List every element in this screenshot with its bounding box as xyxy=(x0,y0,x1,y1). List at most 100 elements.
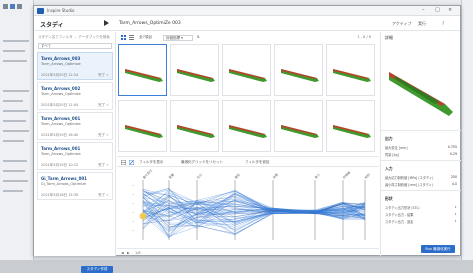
divider xyxy=(381,160,461,161)
run-menu-button[interactable]: 実行 xyxy=(418,21,426,27)
study-card-title: Tarm_Arrows_003 xyxy=(41,56,81,61)
result-thumbnail[interactable] xyxy=(222,100,271,152)
detail-row: 最小厚さ制約値 [mm] (スタディ) 4.0 xyxy=(385,182,457,187)
bg-list-line xyxy=(3,60,27,62)
bg-list-line xyxy=(3,160,27,162)
add-filter-button[interactable]: フィルタを追加 xyxy=(245,160,269,165)
study-card-subtitle: Tarm_Arrows_Optimize xyxy=(41,92,81,96)
download-icon[interactable]: ↓ xyxy=(454,212,457,216)
pc-axis-label: 応力 xyxy=(195,172,203,180)
run-optimization-button[interactable]: Run 最適化実行 xyxy=(421,245,455,253)
arm-shape-icon xyxy=(177,125,215,138)
bg-list-line xyxy=(3,140,24,142)
result-thumbnail[interactable] xyxy=(326,100,375,152)
detail-row[interactable]: スタディ出力 - 設定 ↓ xyxy=(385,219,457,224)
study-card[interactable]: Tarm_Arrows_002 Tarm_Arrows_Optimize 202… xyxy=(37,82,113,110)
bg-tool-icon xyxy=(3,4,8,9)
result-thumbnail[interactable] xyxy=(274,44,323,96)
study-card[interactable]: Tarm_Arrows_001 Tarm_Arrows_Optimize 202… xyxy=(37,142,113,170)
study-card-title: Tarm_Arrows_001 xyxy=(41,116,81,121)
prev-icon[interactable]: ◀ xyxy=(121,251,124,255)
result-thumbnail[interactable] xyxy=(118,100,167,152)
list-view-icon[interactable] xyxy=(129,35,134,40)
study-card[interactable]: Tarm_Arrows_003 Tarm_Arrows_Optimize 202… xyxy=(37,52,113,80)
pc-axis-label: 質量 xyxy=(167,172,175,180)
arm-shape-icon xyxy=(333,69,371,82)
result-thumbnail[interactable] xyxy=(274,100,323,152)
bg-list-line xyxy=(3,40,29,42)
bg-list-line xyxy=(3,100,23,102)
show-filter-button[interactable]: フィルタを表示 xyxy=(139,160,163,165)
help-icon[interactable]: ? xyxy=(442,21,444,26)
app-logo-icon xyxy=(37,8,44,14)
shape-section-title: 形状 xyxy=(385,196,393,201)
detail-row: 質量 [kg] 0.29 xyxy=(385,152,457,157)
pc-selected-marker[interactable] xyxy=(139,212,147,220)
sort-metric-dropdown[interactable]: 評価指標 ▾ xyxy=(163,35,193,41)
result-thumbnail[interactable] xyxy=(222,44,271,96)
detail-row[interactable]: スタディ出力形状 (STL) ↓ xyxy=(385,205,457,210)
detail-label: スタディ出力形状 (STL) xyxy=(385,206,420,210)
bg-list-line xyxy=(3,180,28,182)
output-section-title: 出力 xyxy=(385,136,393,141)
study-card-subtitle: Gi_Tarm_Arrows_Optimize xyxy=(41,182,87,186)
chart-icon[interactable] xyxy=(129,160,134,165)
item-count: 全7項目 xyxy=(139,35,153,39)
study-card-status: 完了 ✓ xyxy=(97,163,109,167)
study-card[interactable]: Tarm_Arrows_001 Tarm_Arrows_Optimize 202… xyxy=(37,112,113,140)
detail-value: 0.29 xyxy=(449,152,457,156)
parallel-coordinates-svg: 最大変位 質量 応力 剛性 体積 厚さ 評価値 制約 — — — — — — xyxy=(132,168,371,240)
study-card-date: 2021年5月20日 11:04 xyxy=(41,103,79,107)
input-section-title: 入力 xyxy=(385,166,393,171)
grid-view-icon[interactable] xyxy=(121,35,126,40)
result-thumbnail[interactable] xyxy=(170,44,219,96)
filter-dropdown[interactable]: すべて xyxy=(38,43,112,49)
study-card-status: 完了 ✓ xyxy=(97,193,109,197)
bg-list-line xyxy=(3,90,29,92)
study-card-date: 2021年5月19日 10:12 xyxy=(41,163,79,167)
download-icon[interactable]: ↓ xyxy=(454,219,457,223)
parallel-coordinates-plot[interactable]: 最大変位 質量 応力 剛性 体積 厚さ 評価値 制約 — — — — — — xyxy=(117,168,379,248)
details-panel: 詳細 出力 最大変位 [mm] 0.755 質量 [kg] 0.29 入力 最大応力… xyxy=(380,32,461,256)
studio-title: スタディ xyxy=(40,22,64,29)
close-button[interactable]: × xyxy=(448,7,452,13)
bg-list-line xyxy=(3,130,29,132)
pc-tick-mark: — xyxy=(132,229,135,232)
detail-row[interactable]: スタディ出力 - 結果 ↓ xyxy=(385,212,457,217)
bg-list-line xyxy=(3,110,28,112)
results-main: 全7項目 評価指標 ▾ ⇅ 1 - 8 / 8 フィルタを表示 最適化グリッドを… xyxy=(117,32,379,256)
arm-shape-icon xyxy=(229,69,267,82)
study-card-status: 完了 ✓ xyxy=(97,103,109,107)
new-study-button[interactable]: スタディ作成 xyxy=(81,266,113,273)
result-thumbnail[interactable] xyxy=(170,100,219,152)
plot-footer: ◀ ▶ 1/8 xyxy=(117,248,379,256)
sort-direction-icon[interactable]: ⇅ xyxy=(197,35,200,39)
pc-axis-label: 厚さ xyxy=(313,172,321,180)
result-thumbnail[interactable] xyxy=(118,44,167,96)
maximize-button[interactable]: □ xyxy=(435,7,440,13)
play-icon[interactable] xyxy=(104,20,109,26)
bg-tool-icon xyxy=(10,4,15,9)
study-card-status: 完了 ✓ xyxy=(97,133,109,137)
active-button[interactable]: アクティブ xyxy=(392,21,412,27)
result-thumbnail[interactable] xyxy=(326,44,375,96)
next-icon[interactable]: ▶ xyxy=(127,251,130,255)
reset-grid-button[interactable]: 最適化グリッドをリセット xyxy=(181,160,223,165)
detail-row: 最大応力制約値 [MPa] (スタディ) 250 xyxy=(385,175,457,180)
arm-shape-icon xyxy=(125,69,163,82)
table-icon[interactable] xyxy=(121,160,126,165)
study-card-title: Tarm_Arrows_001 xyxy=(41,146,81,151)
bg-tool-icon xyxy=(17,4,22,9)
search-input[interactable]: スタディ名でフィルタ ... データブックを検索 xyxy=(38,35,112,41)
download-icon[interactable]: ↓ xyxy=(454,205,457,209)
study-card[interactable]: Gi_Tarm_Arrows_001 Gi_Tarm_Arrows_Optimi… xyxy=(37,172,113,200)
divider xyxy=(381,190,461,191)
arm-shape-icon xyxy=(333,125,371,138)
detail-label: 最大応力制約値 [MPa] (スタディ) xyxy=(385,176,434,180)
study-card-subtitle: Tarm_Arrows_Optimize xyxy=(41,122,81,126)
window-titlebar: Inspire Studio – □ × xyxy=(34,6,460,16)
bg-list-line xyxy=(3,120,26,122)
pc-tick-mark: — xyxy=(132,193,135,196)
minimize-button[interactable]: – xyxy=(422,7,425,13)
pc-axis-label: 体積 xyxy=(271,172,279,180)
